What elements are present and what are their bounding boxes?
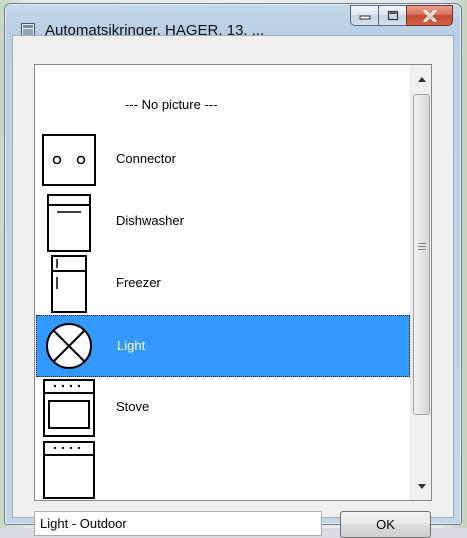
minimize-icon xyxy=(359,15,370,19)
list-item-dishwasher[interactable]: Dishwasher xyxy=(36,191,410,253)
scroll-up-button[interactable] xyxy=(412,69,431,89)
stove-icon xyxy=(43,441,95,499)
scrollbar-grip-icon xyxy=(418,243,426,251)
maximize-button[interactable] xyxy=(378,5,406,26)
close-icon xyxy=(423,9,436,22)
dishwasher-icon xyxy=(47,194,91,252)
list-item-label: Freezer xyxy=(116,275,161,290)
list-item-no-picture[interactable]: --- No picture --- xyxy=(36,67,410,129)
list-item-label: Light xyxy=(117,338,146,353)
list-item-label: Dishwasher xyxy=(116,213,184,228)
list-item-connector[interactable]: Connector xyxy=(36,129,410,191)
freezer-icon xyxy=(51,255,87,313)
minimize-button[interactable] xyxy=(350,5,378,26)
listbox-items: --- No picture --- Connector Dishwasher … xyxy=(35,65,411,500)
scroll-down-icon xyxy=(417,483,426,489)
picture-name-field[interactable]: Light - Outdoor xyxy=(34,511,322,536)
list-item-label: Stove xyxy=(116,399,150,414)
scroll-up-icon xyxy=(417,76,426,82)
scrollbar-thumb[interactable] xyxy=(413,94,430,415)
maximize-icon xyxy=(387,10,398,21)
list-item-label: Connector xyxy=(116,151,176,166)
close-button[interactable] xyxy=(406,5,453,26)
light-icon xyxy=(46,323,92,369)
caption-buttons xyxy=(350,5,453,31)
connector-icon xyxy=(42,134,96,186)
dialog-client-area: --- No picture --- Connector Dishwasher … xyxy=(12,35,454,538)
list-item-freezer[interactable]: Freezer xyxy=(36,253,410,315)
scroll-down-button[interactable] xyxy=(412,476,431,496)
list-item-light[interactable]: Light xyxy=(36,315,410,377)
list-item-stove[interactable]: Stove xyxy=(36,377,410,439)
ok-button[interactable]: OK xyxy=(340,511,431,538)
picture-listbox[interactable]: --- No picture --- Connector Dishwasher … xyxy=(34,64,432,501)
stove-icon xyxy=(43,379,95,437)
list-item-label: --- No picture --- xyxy=(125,97,218,112)
vertical-scrollbar[interactable] xyxy=(410,65,431,500)
picture-picker-window: Automatsikringer, HAGER, 13, ... --- No … xyxy=(4,3,462,538)
list-item-partial[interactable] xyxy=(36,439,410,500)
